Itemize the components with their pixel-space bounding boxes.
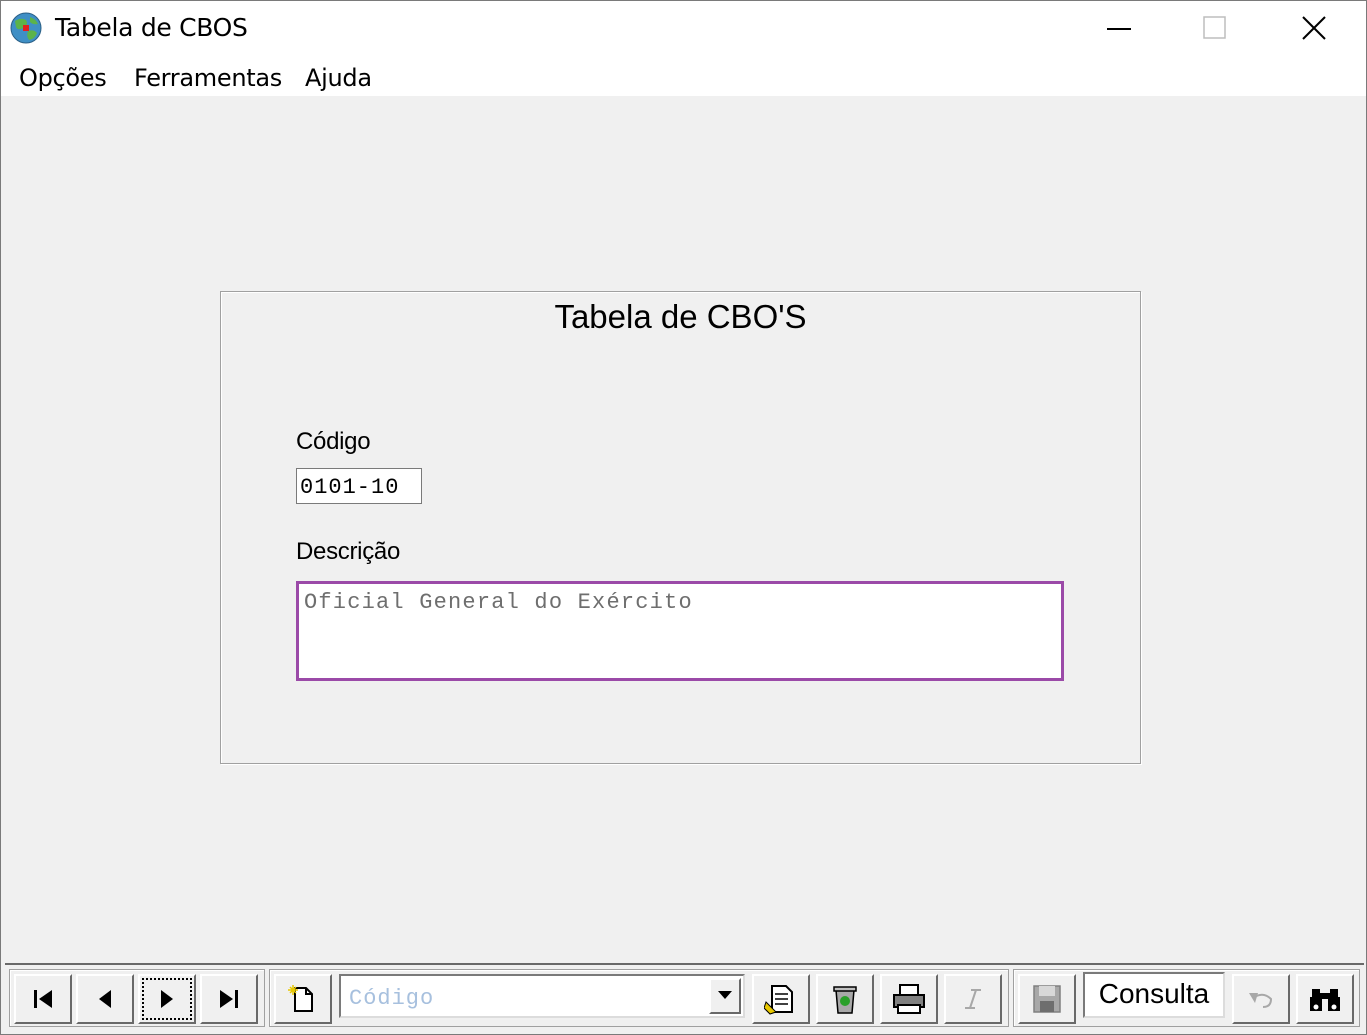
first-record-icon <box>34 990 52 1008</box>
previous-record-button[interactable] <box>76 974 134 1024</box>
search-field-combo[interactable]: Código <box>339 974 745 1018</box>
title-bar[interactable]: Tabela de CBOS <box>1 1 1366 56</box>
save-icon <box>1033 985 1061 1013</box>
save-button[interactable] <box>1018 974 1076 1024</box>
undo-button[interactable] <box>1232 974 1290 1024</box>
last-record-icon <box>220 990 238 1008</box>
descricao-input[interactable]: Oficial General do Exército <box>296 581 1064 681</box>
combo-dropdown-button[interactable] <box>709 978 741 1014</box>
maximize-button[interactable] <box>1167 1 1263 56</box>
italic-button[interactable] <box>944 974 1002 1024</box>
search-field-value: Código <box>349 986 435 1011</box>
last-record-button[interactable] <box>200 974 258 1024</box>
next-record-icon <box>161 990 173 1008</box>
binoculars-icon <box>1310 989 1340 1011</box>
delete-record-button[interactable] <box>816 974 874 1024</box>
codigo-input[interactable]: 0101-10 <box>296 468 422 504</box>
form-panel: Tabela de CBO'S <box>220 291 1141 764</box>
search-button[interactable] <box>1296 974 1354 1024</box>
edit-record-button[interactable] <box>752 974 810 1024</box>
first-record-button[interactable] <box>14 974 72 1024</box>
menu-ajuda[interactable]: Ajuda <box>305 64 372 92</box>
new-record-button[interactable] <box>274 974 332 1024</box>
menu-opcoes[interactable]: Opções <box>19 64 107 92</box>
menu-ferramentas[interactable]: Ferramentas <box>134 64 282 92</box>
next-record-button[interactable] <box>138 974 196 1024</box>
undo-icon <box>1249 993 1273 1008</box>
delete-record-icon <box>833 986 857 1014</box>
italic-icon <box>965 989 981 1009</box>
nav-group <box>9 969 265 1027</box>
app-globe-icon <box>10 12 42 44</box>
maximize-icon <box>1203 16 1226 39</box>
chevron-down-icon <box>718 991 732 999</box>
descricao-label: Descrição <box>296 538 400 565</box>
minimize-icon <box>1107 28 1131 30</box>
previous-record-icon <box>99 990 111 1008</box>
edit-record-icon <box>764 985 793 1015</box>
codigo-label: Código <box>296 428 371 455</box>
form-title: Tabela de CBO'S <box>554 298 807 335</box>
close-button[interactable] <box>1266 1 1362 56</box>
menu-bar: Opções Ferramentas Ajuda <box>1 56 1366 96</box>
print-button[interactable] <box>880 974 938 1024</box>
mode-status: Consulta <box>1083 972 1225 1018</box>
window-title: Tabela de CBOS <box>55 13 248 42</box>
minimize-button[interactable] <box>1071 1 1167 56</box>
close-icon <box>1302 16 1326 40</box>
app-window: Tabela de CBOS Opções Ferramentas Ajuda … <box>0 0 1367 1035</box>
new-record-icon <box>288 985 313 1012</box>
print-icon <box>893 984 925 1014</box>
